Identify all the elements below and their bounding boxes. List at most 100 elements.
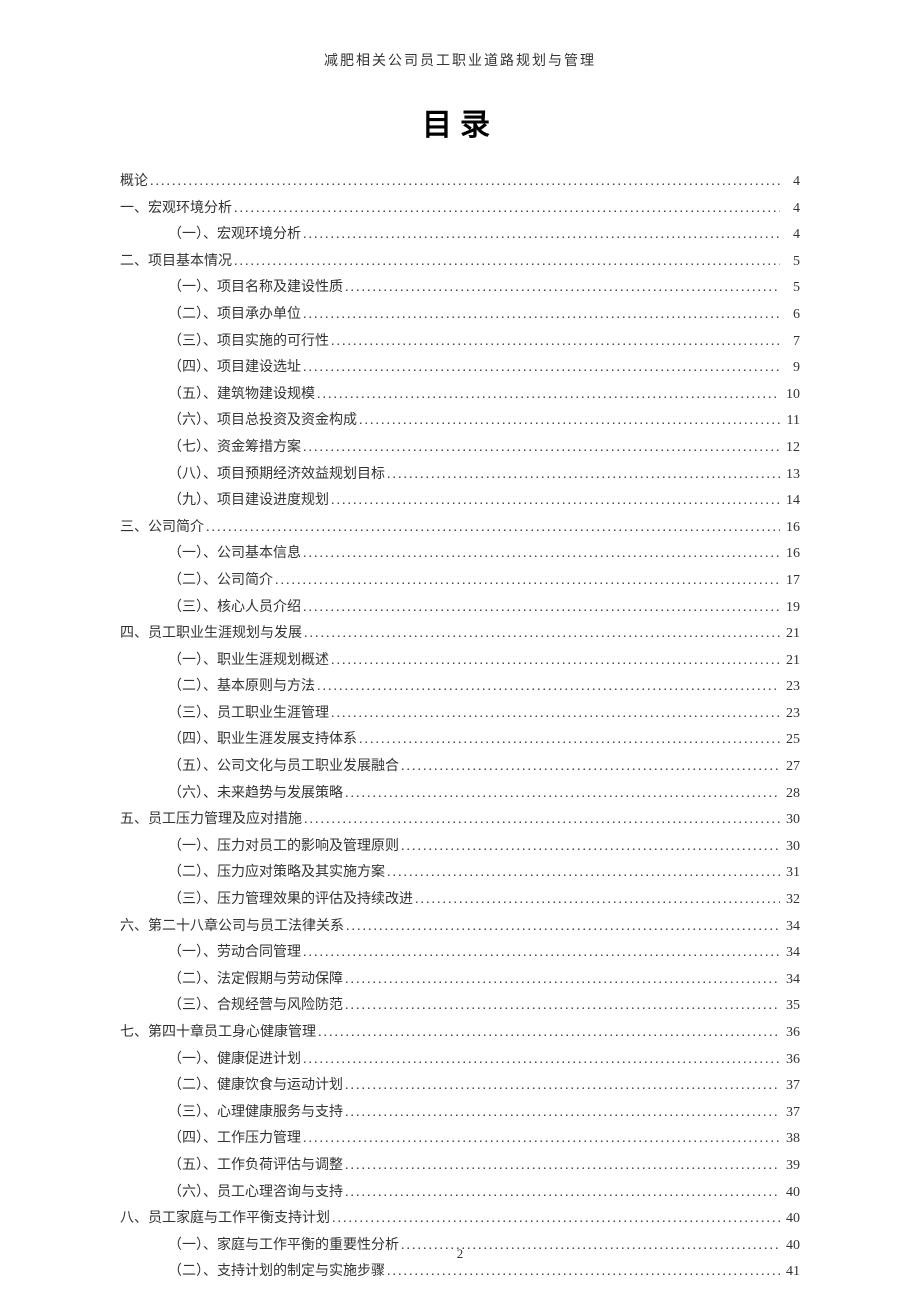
toc-entry: （二）、项目承办单位 6 [120,302,800,329]
toc-entry-page: 16 [780,541,800,568]
toc-entry-page: 5 [780,249,800,276]
toc-leader-dots [385,1259,780,1286]
toc-entry-label: （二）、法定假期与劳动保障 [168,967,343,994]
toc-leader-dots [399,754,780,781]
toc-entry-label: （三）、项目实施的可行性 [168,329,329,356]
toc-leader-dots [399,834,780,861]
toc-entry-label: 五、员工压力管理及应对措施 [120,807,302,834]
toc-entry-page: 4 [780,169,800,196]
toc-entry: （四）、项目建设选址9 [120,355,800,382]
toc-entry-page: 25 [780,727,800,754]
toc-entry-page: 13 [780,462,800,489]
toc-entry-label: （四）、工作压力管理 [168,1126,301,1153]
toc-entry-page: 4 [780,222,800,249]
toc-entry: （一）、宏观环境分析4 [120,222,800,249]
toc-entry-page: 39 [780,1153,800,1180]
toc-leader-dots [204,515,780,542]
toc-leader-dots [301,435,780,462]
toc-entry: （八）、项目预期经济效益规划目标13 [120,462,800,489]
toc-entry-label: （二）、支持计划的制定与实施步骤 [168,1259,385,1286]
toc-entry: （四）、职业生涯发展支持体系 25 [120,727,800,754]
toc-entry: （一）、劳动合同管理34 [120,940,800,967]
toc-entry-page: 16 [780,515,800,542]
toc-entry-label: 六、第二十八章公司与员工法律关系 [120,914,344,941]
toc-entry: 三、公司简介 16 [120,515,800,542]
table-of-contents: 概论4一、宏观环境分析4（一）、宏观环境分析4二、项目基本情况5（一）、项目名称… [120,169,800,1286]
toc-entry-page: 28 [780,781,800,808]
toc-entry: （二）、支持计划的制定与实施步骤 41 [120,1259,800,1286]
toc-entry-label: （四）、职业生涯发展支持体系 [168,727,357,754]
toc-leader-dots [315,674,780,701]
toc-leader-dots [301,302,780,329]
toc-leader-dots [148,169,780,196]
page-number: 2 [0,1246,920,1262]
toc-entry-page: 19 [780,595,800,622]
toc-entry: （四）、工作压力管理38 [120,1126,800,1153]
toc-leader-dots [301,355,780,382]
toc-entry-label: 四、员工职业生涯规划与发展 [120,621,302,648]
toc-entry-page: 30 [780,834,800,861]
toc-entry-label: （一）、压力对员工的影响及管理原则 [168,834,399,861]
toc-leader-dots [343,781,780,808]
toc-entry-label: （三）、员工职业生涯管理 [168,701,329,728]
toc-entry: （二）、健康饮食与运动计划37 [120,1073,800,1100]
toc-entry-label: （七）、资金筹措方案 [168,435,301,462]
toc-entry-label: 七、第四十章员工身心健康管理 [120,1020,316,1047]
toc-entry: 概论4 [120,169,800,196]
toc-entry-page: 7 [780,329,800,356]
toc-entry-label: （三）、核心人员介绍 [168,595,301,622]
toc-entry-page: 27 [780,754,800,781]
toc-entry-label: （三）、压力管理效果的评估及持续改进 [168,887,413,914]
toc-leader-dots [301,222,780,249]
toc-entry-label: （一）、劳动合同管理 [168,940,301,967]
toc-entry: （二）、基本原则与方法23 [120,674,800,701]
toc-entry: 二、项目基本情况5 [120,249,800,276]
toc-entry: （九）、项目建设进度规划 14 [120,488,800,515]
toc-entry-label: （六）、项目总投资及资金构成 [168,408,357,435]
toc-entry: （一）、健康促进计划36 [120,1047,800,1074]
toc-entry-label: （一）、健康促进计划 [168,1047,301,1074]
toc-main-title: 目录 [120,100,800,144]
toc-entry: （三）、合规经营与风险防范35 [120,993,800,1020]
toc-entry-label: （六）、员工心理咨询与支持 [168,1180,343,1207]
toc-leader-dots [343,1073,780,1100]
toc-entry: 四、员工职业生涯规划与发展 21 [120,621,800,648]
toc-leader-dots [301,595,780,622]
toc-leader-dots [343,275,780,302]
toc-entry-label: （四）、项目建设选址 [168,355,301,382]
toc-entry: （二）、公司简介17 [120,568,800,595]
toc-entry: （三）、核心人员介绍 19 [120,595,800,622]
toc-leader-dots [273,568,780,595]
toc-leader-dots [344,914,780,941]
toc-entry-label: （三）、心理健康服务与支持 [168,1100,343,1127]
toc-entry-label: （六）、未来趋势与发展策略 [168,781,343,808]
toc-entry-page: 14 [780,488,800,515]
toc-entry-page: 36 [780,1020,800,1047]
toc-entry-page: 32 [780,887,800,914]
toc-leader-dots [301,1047,780,1074]
toc-entry-label: （一）、职业生涯规划概述 [168,648,329,675]
toc-leader-dots [343,993,780,1020]
toc-entry-page: 12 [780,435,800,462]
toc-entry-label: （九）、项目建设进度规划 [168,488,329,515]
toc-entry: （五）、建筑物建设规模10 [120,382,800,409]
toc-entry-page: 21 [780,621,800,648]
toc-entry-page: 17 [780,568,800,595]
toc-entry-page: 11 [780,408,800,435]
toc-entry: （五）、公司文化与员工职业发展融合27 [120,754,800,781]
toc-leader-dots [385,462,780,489]
toc-leader-dots [385,860,780,887]
toc-entry-page: 41 [780,1259,800,1286]
toc-entry: 五、员工压力管理及应对措施30 [120,807,800,834]
toc-entry-page: 6 [780,302,800,329]
toc-entry-page: 37 [780,1100,800,1127]
toc-entry: （三）、心理健康服务与支持 37 [120,1100,800,1127]
toc-entry-label: 一、宏观环境分析 [120,196,232,223]
toc-entry: 六、第二十八章公司与员工法律关系34 [120,914,800,941]
toc-leader-dots [329,329,780,356]
toc-entry-page: 23 [780,701,800,728]
toc-leader-dots [301,1126,780,1153]
toc-entry-label: （二）、项目承办单位 [168,302,301,329]
toc-leader-dots [301,940,780,967]
toc-entry-label: 三、公司简介 [120,515,204,542]
